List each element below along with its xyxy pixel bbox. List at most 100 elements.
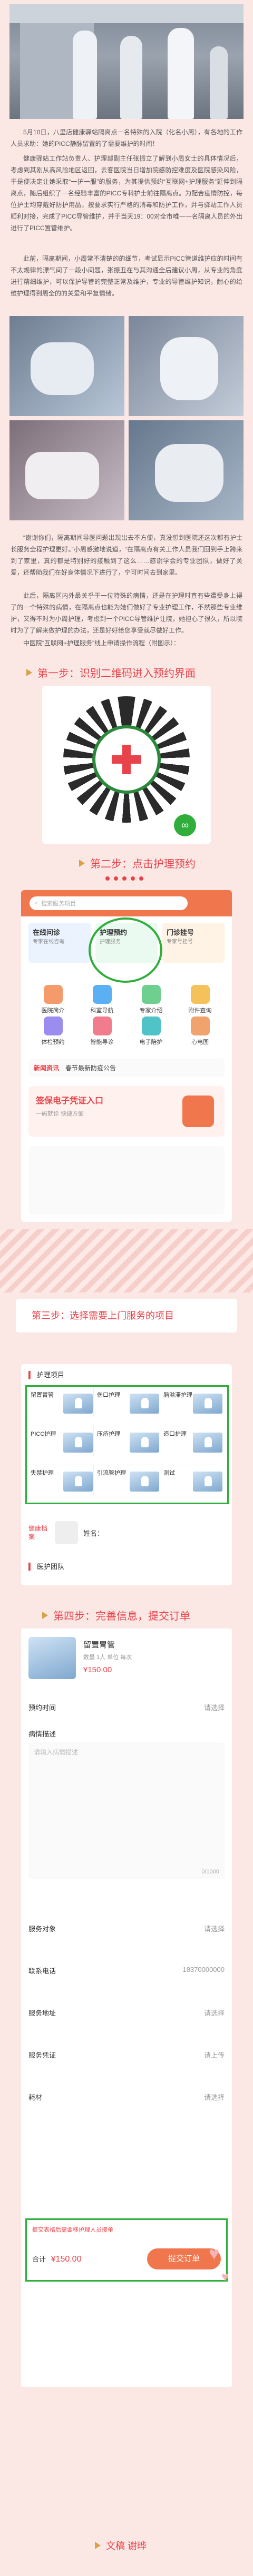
appointment-value: 请选择 — [203, 1704, 225, 1712]
service-item[interactable]: 伤口护理 — [93, 1387, 164, 1417]
row-key: 服务凭证 — [28, 2051, 56, 2059]
desc-placeholder: 请输入病情描述 — [34, 1749, 79, 1756]
row-key: 耗材 — [28, 2094, 43, 2101]
news-bar[interactable]: 新闻资讯 春节最新防疫公告 — [28, 1059, 225, 1077]
step-1-heading: 第一步：识别二维码进入预约界面 — [26, 665, 196, 680]
step-2-dots — [105, 876, 143, 881]
intro-paragraph-4: “谢谢你们，隔离期间导医问题出现出去不方便，真没想到医院还这次都有护士长服务全程… — [11, 534, 242, 576]
row-key: 联系电话 — [28, 1967, 56, 1975]
service-label: 引流管护理 — [97, 1470, 126, 1476]
intro-paragraph-2: 健康驿站工作站负责人、护理部副主任张振立了解到小周女士的具体情况后，考虑到其刚从… — [11, 155, 242, 232]
grid-item[interactable]: 专家介绍 — [126, 985, 176, 1014]
row-value: 请选择 — [203, 2094, 225, 2101]
service-label: PICC护理 — [31, 1431, 56, 1437]
service-label: 失禁护理 — [31, 1470, 54, 1476]
grid-label: 专家介绍 — [139, 1008, 163, 1014]
nursing-photo — [129, 316, 244, 416]
phone-screen-services: ▍ 护理项目 留置胃管 伤口护理 脑溢滞护理 PICC护理 压疮护理 造口护理 失… — [21, 1364, 232, 1585]
intro-paragraph-3: 此前，隔离期间，小周常不清楚的的细节，考试显示PICC管道维护应的时间有不太规律… — [11, 255, 242, 297]
health-profile-row[interactable]: 健康档案 姓名： — [28, 1517, 225, 1548]
service-item[interactable]: PICC护理 — [27, 1426, 98, 1456]
step-2-heading: 第二步：点击护理预约 — [79, 855, 196, 871]
card-title: 在线问诊 — [33, 929, 61, 936]
grid-item[interactable]: 电子陪护 — [126, 1016, 176, 1046]
decorative-stripes — [0, 1229, 253, 1292]
service-label: 脑溢滞护理 — [163, 1392, 192, 1398]
card-online-consult[interactable]: 在线问诊 专家在线咨询 — [28, 923, 91, 963]
service-grid: 留置胃管 伤口护理 脑溢滞护理 PICC护理 压疮护理 造口护理 失禁护理 引流… — [25, 1385, 229, 1504]
grid-item[interactable]: 智能导诊 — [77, 1016, 126, 1046]
appointment-label: 预约时间 — [28, 1704, 56, 1712]
row-value: 请选择 — [203, 2009, 225, 2017]
service-item[interactable]: 测试 — [160, 1465, 227, 1495]
mini-program-code-card: ∞ — [42, 686, 211, 844]
grid-label: 科室导航 — [90, 1008, 114, 1014]
service-item[interactable]: 留置胃管 — [27, 1387, 98, 1417]
desc-textarea[interactable]: 请输入病情描述 0/1000 — [28, 1742, 225, 1879]
heart-icon: ♥ — [221, 2270, 229, 2284]
step-4-heading: 第四步：完善信息，提交订单 — [42, 1607, 190, 1623]
card-title: 门诊挂号 — [167, 929, 194, 936]
service-item[interactable]: 造口护理 — [160, 1426, 227, 1456]
grid-item[interactable]: 科室导航 — [77, 985, 126, 1014]
service-item[interactable]: 脑溢滞护理 — [160, 1387, 227, 1417]
grid-label: 体检预约 — [41, 1039, 65, 1045]
photo-grid-row-1 — [9, 316, 244, 416]
form-row[interactable]: 服务地址 请选择 — [21, 2008, 232, 2018]
service-item[interactable]: 压疮护理 — [93, 1426, 164, 1456]
grid-label: 心电图 — [191, 1039, 209, 1045]
card-outpatient-register[interactable]: 门诊挂号 专家号挂号 — [162, 923, 225, 963]
item-name: 留置胃管 — [83, 1641, 115, 1650]
step-3-heading: 第三步：选择需要上门服务的项目 — [16, 1299, 237, 1333]
hospital-logo — [92, 725, 161, 794]
news-title: 新闻资讯 — [34, 1064, 60, 1072]
author-credit: 文稿 谢晔 — [95, 2539, 147, 2552]
triangle-icon — [26, 668, 32, 676]
section-title: ▍ 护理项目 — [28, 1371, 65, 1379]
service-item[interactable]: 失禁护理 — [27, 1465, 98, 1495]
form-row[interactable]: 服务对象 请选择 — [21, 1923, 232, 1933]
nursing-photo — [9, 316, 124, 416]
desc-count: 0/1000 — [201, 1869, 219, 1875]
grid-item[interactable]: 体检预约 — [28, 1016, 77, 1046]
service-item[interactable]: 引流管护理 — [93, 1465, 164, 1495]
grid-label: 智能导诊 — [90, 1039, 114, 1045]
function-grid: 医院简介 科室导航 专家介绍 附件查询 体检预约 智能导诊 电子陪护 心电图 — [28, 985, 225, 1048]
card-subtitle: 专家号挂号 — [167, 939, 193, 945]
voucher-banner[interactable]: 签保电子凭证入口 一码就诊 快捷方便 — [28, 1086, 225, 1137]
heart-icon: ♥ — [209, 2244, 220, 2264]
grid-label: 电子陪护 — [139, 1039, 163, 1045]
section-title: ▍ 医护团队 — [28, 1563, 65, 1571]
form-row[interactable]: 耗材 请选择 — [21, 2092, 232, 2102]
service-label: 伤口护理 — [97, 1392, 120, 1398]
search-input[interactable]: ⌕ 搜索服务项目 — [30, 896, 188, 910]
triangle-icon — [79, 859, 85, 867]
quarantine-hallway-photo — [9, 4, 244, 119]
intro-paragraph-1: 5月10日，八里店健康驿站隔离点一名特殊的入院（化名小周），有各地的工作人员求助… — [11, 129, 242, 147]
row-value: 请选择 — [203, 1925, 225, 1933]
step-1-label: 第一步：识别二维码进入预约界面 — [37, 668, 196, 679]
service-label: 留置胃管 — [31, 1392, 54, 1398]
row-value: 请上传 — [203, 2051, 225, 2059]
form-row[interactable]: 联系电话 18370000000 — [21, 1966, 232, 1976]
profile-label: 健康档案 — [28, 1525, 48, 1541]
nursing-photo — [129, 420, 244, 520]
grid-item[interactable]: 附件查询 — [176, 985, 225, 1014]
grid-item[interactable]: 心电图 — [176, 1016, 225, 1046]
order-note: 提交表格后需要移护理人员接单 — [32, 2227, 113, 2233]
step-4-label: 第四步：完善信息，提交订单 — [53, 1611, 190, 1622]
grid-item[interactable]: 医院简介 — [28, 985, 77, 1014]
photo-grid-row-2 — [9, 420, 244, 520]
triangle-icon — [95, 2542, 101, 2549]
appointment-row[interactable]: 预约时间 请选择 — [21, 1702, 232, 1712]
row-key: 服务对象 — [28, 1925, 56, 1933]
phone-screen-home: ⌕ 搜索服务项目 在线问诊 专家在线咨询 护理预约 护理服务 门诊挂号 专家号挂… — [21, 890, 232, 1222]
row-key: 服务地址 — [28, 2009, 56, 2017]
author-label: 文稿 谢晔 — [106, 2541, 147, 2551]
search-icon: ⌕ — [35, 900, 38, 906]
grid-label: 附件查询 — [188, 1008, 212, 1014]
phone-screen-order: 留置胃管 数量 1人 单位 每次 ¥150.00 预约时间 请选择 病情描述 请… — [21, 1628, 232, 2387]
form-row[interactable]: 服务凭证 请上传 — [21, 2050, 232, 2060]
mini-program-icon: ∞ — [174, 814, 196, 836]
news-text: 春节最新防疫公告 — [65, 1064, 116, 1072]
